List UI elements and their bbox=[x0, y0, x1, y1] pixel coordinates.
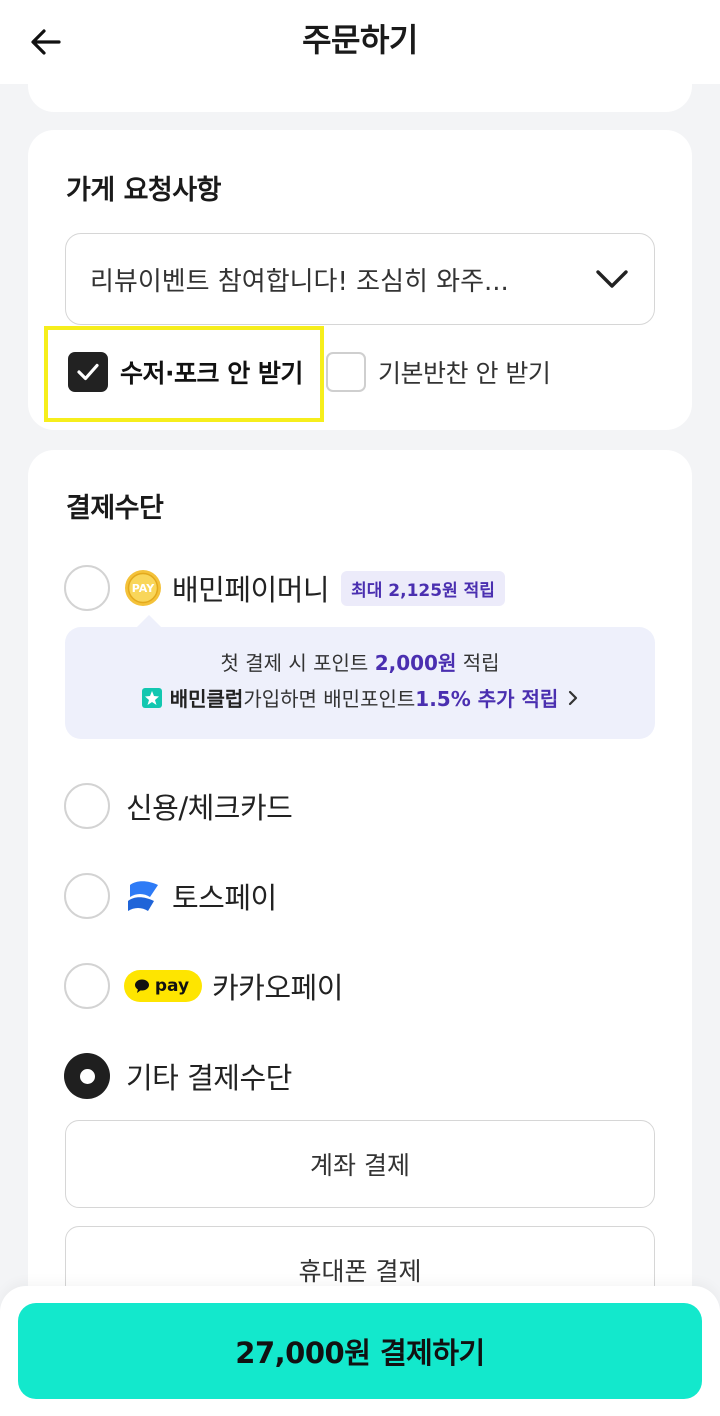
promo-box: 첫 결제 시 포인트 2,000원 적립 배민클럽 가입하면 배민포인트 1.5… bbox=[65, 615, 655, 739]
promo-text: 첫 결제 시 포인트 bbox=[220, 651, 375, 675]
payment-option-toss-pay[interactable]: 토스페이 bbox=[64, 873, 277, 919]
payment-method-title: 결제수단 bbox=[66, 493, 164, 524]
payment-option-baemin-pay[interactable]: PAY 배민페이머니 최대 2,125원 적립 bbox=[64, 565, 505, 611]
payment-method-card: 결제수단 PAY 배민페이머니 최대 2,125원 적립 첫 결제 시 포인트 … bbox=[28, 450, 692, 1416]
store-request-card: 가게 요청사항 리뷰이벤트 참여합니다! 조심히 와주... 수저·포크 안 받… bbox=[28, 130, 692, 430]
chevron-down-icon bbox=[594, 261, 630, 297]
page-title: 주문하기 bbox=[302, 21, 418, 59]
chevron-right-icon bbox=[568, 690, 578, 706]
no-side-dish-checkbox[interactable]: 기본반찬 안 받기 bbox=[326, 352, 551, 392]
radio-unselected bbox=[64, 565, 110, 611]
no-utensils-checkbox[interactable]: 수저·포크 안 받기 bbox=[68, 352, 303, 392]
svg-text:PAY: PAY bbox=[132, 582, 156, 595]
payment-option-card[interactable]: 신용/체크카드 bbox=[64, 783, 293, 829]
promo-first-payment: 첫 결제 시 포인트 2,000원 적립 bbox=[65, 647, 655, 676]
radio-unselected bbox=[64, 783, 110, 829]
baemin-club-icon bbox=[141, 687, 162, 708]
baemin-pay-label: 배민페이머니 bbox=[172, 573, 330, 607]
promo-amount: 2,000원 bbox=[374, 651, 457, 675]
svg-text:pay: pay bbox=[155, 976, 189, 996]
baemin-club-link[interactable]: 배민클럽 가입하면 배민포인트 1.5% 추가 적립 bbox=[65, 683, 655, 712]
no-utensils-label: 수저·포크 안 받기 bbox=[120, 359, 303, 388]
radio-selected bbox=[64, 1053, 110, 1099]
store-request-title: 가게 요청사항 bbox=[66, 175, 221, 206]
toss-pay-label: 토스페이 bbox=[172, 881, 277, 915]
payment-option-other[interactable]: 기타 결제수단 bbox=[64, 1053, 292, 1099]
previous-card-bottom bbox=[28, 66, 692, 112]
promo-text: 적립 bbox=[456, 651, 500, 675]
promo-rate: 1.5% 추가 적립 bbox=[415, 687, 559, 711]
no-side-dish-label: 기본반찬 안 받기 bbox=[378, 359, 551, 388]
store-request-value: 리뷰이벤트 참여합니다! 조심히 와주... bbox=[90, 266, 509, 297]
promo-text: 가입하면 배민포인트 bbox=[243, 687, 416, 711]
checkbox-unchecked-icon bbox=[326, 352, 366, 392]
kakao-pay-label: 카카오페이 bbox=[212, 971, 343, 1005]
kakao-pay-icon: pay bbox=[124, 970, 202, 1002]
bank-transfer-button[interactable]: 계좌 결제 bbox=[65, 1120, 655, 1208]
store-request-select[interactable]: 리뷰이벤트 참여합니다! 조심히 와주... bbox=[65, 233, 655, 325]
checkbox-checked-icon bbox=[68, 352, 108, 392]
pay-button[interactable]: 27,000원 결제하기 bbox=[18, 1303, 702, 1399]
radio-unselected bbox=[64, 963, 110, 1009]
baemin-club-label: 배민클럽 bbox=[169, 687, 244, 711]
toss-pay-icon bbox=[124, 877, 162, 915]
other-payment-label: 기타 결제수단 bbox=[126, 1061, 292, 1095]
payment-option-kakao-pay[interactable]: pay 카카오페이 bbox=[64, 963, 343, 1009]
radio-unselected bbox=[64, 873, 110, 919]
card-label: 신용/체크카드 bbox=[126, 791, 293, 825]
reward-badge: 최대 2,125원 적립 bbox=[341, 570, 505, 606]
bottom-bar: 27,000원 결제하기 bbox=[0, 1286, 720, 1416]
baemin-pay-coin-icon: PAY bbox=[124, 569, 162, 607]
